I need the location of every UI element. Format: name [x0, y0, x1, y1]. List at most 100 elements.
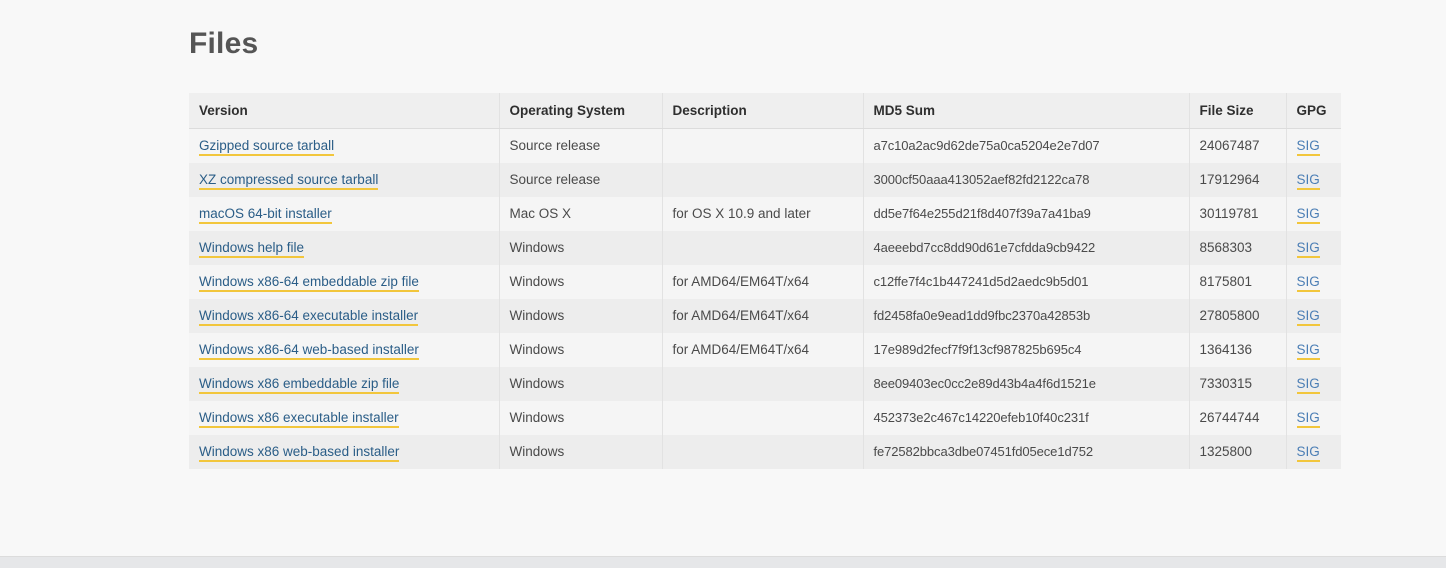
cell-os: Mac OS X	[499, 197, 663, 231]
cell-md5: dd5e7f64e255d21f8d407f39a7a41ba9	[863, 197, 1190, 231]
table-row: Windows x86-64 web-based installer Windo…	[189, 333, 1341, 367]
cell-version: Windows x86-64 executable installer	[189, 299, 500, 333]
table-row: Windows x86 embeddable zip file Windows …	[189, 367, 1341, 401]
cell-filesize: 24067487	[1189, 128, 1287, 163]
cell-gpg: SIG	[1286, 299, 1341, 333]
cell-gpg: SIG	[1286, 333, 1341, 367]
sig-link[interactable]: SIG	[1296, 172, 1320, 190]
download-link[interactable]: XZ compressed source tarball	[199, 172, 379, 190]
column-header-filesize: File Size	[1189, 93, 1287, 129]
cell-md5: c12ffe7f4c1b447241d5d2aedc9b5d01	[863, 265, 1190, 299]
cell-description	[662, 401, 864, 435]
column-header-gpg: GPG	[1286, 93, 1341, 129]
cell-description	[662, 231, 864, 265]
cell-gpg: SIG	[1286, 435, 1341, 469]
cell-filesize: 8175801	[1189, 265, 1287, 299]
download-link[interactable]: macOS 64-bit installer	[199, 206, 332, 224]
cell-description	[662, 163, 864, 197]
cell-md5: a7c10a2ac9d62de75a0ca5204e2e7d07	[863, 128, 1190, 163]
page-title: Files	[189, 27, 259, 60]
cell-description: for OS X 10.9 and later	[662, 197, 864, 231]
cell-md5: 452373e2c467c14220efeb10f40c231f	[863, 401, 1190, 435]
cell-os: Windows	[499, 299, 663, 333]
cell-description: for AMD64/EM64T/x64	[662, 265, 864, 299]
cell-filesize: 27805800	[1189, 299, 1287, 333]
cell-md5: 4aeeebd7cc8dd90d61e7cfdda9cb9422	[863, 231, 1190, 265]
cell-gpg: SIG	[1286, 163, 1341, 197]
sig-link[interactable]: SIG	[1296, 274, 1320, 292]
cell-version: Windows x86-64 embeddable zip file	[189, 265, 500, 299]
cell-version: Windows x86 web-based installer	[189, 435, 500, 469]
download-link[interactable]: Windows help file	[199, 240, 305, 258]
table-row: Windows x86 executable installer Windows…	[189, 401, 1341, 435]
cell-md5: 3000cf50aaa413052aef82fd2122ca78	[863, 163, 1190, 197]
cell-filesize: 17912964	[1189, 163, 1287, 197]
download-link[interactable]: Windows x86 embeddable zip file	[199, 376, 400, 394]
download-link[interactable]: Gzipped source tarball	[199, 138, 335, 156]
column-header-version: Version	[189, 93, 500, 129]
table-header-row: Version Operating System Description MD5…	[189, 93, 1341, 129]
cell-os: Windows	[499, 231, 663, 265]
cell-gpg: SIG	[1286, 265, 1341, 299]
cell-filesize: 30119781	[1189, 197, 1287, 231]
footer-band	[0, 556, 1446, 568]
cell-filesize: 7330315	[1189, 367, 1287, 401]
cell-os: Source release	[499, 163, 663, 197]
cell-filesize: 1325800	[1189, 435, 1287, 469]
cell-version: Windows x86 embeddable zip file	[189, 367, 500, 401]
table-row: Windows x86-64 executable installer Wind…	[189, 299, 1341, 333]
cell-md5: fe72582bbca3dbe07451fd05ece1d752	[863, 435, 1190, 469]
download-link[interactable]: Windows x86-64 web-based installer	[199, 342, 419, 360]
cell-filesize: 1364136	[1189, 333, 1287, 367]
cell-md5: fd2458fa0e9ead1dd9fbc2370a42853b	[863, 299, 1190, 333]
cell-version: Gzipped source tarball	[189, 128, 500, 163]
sig-link[interactable]: SIG	[1296, 138, 1320, 156]
table-body: Gzipped source tarball Source release a7…	[189, 128, 1341, 469]
sig-link[interactable]: SIG	[1296, 240, 1320, 258]
table-row: macOS 64-bit installer Mac OS X for OS X…	[189, 197, 1341, 231]
sig-link[interactable]: SIG	[1296, 410, 1320, 428]
sig-link[interactable]: SIG	[1296, 308, 1320, 326]
cell-version: XZ compressed source tarball	[189, 163, 500, 197]
download-link[interactable]: Windows x86 web-based installer	[199, 444, 400, 462]
sig-link[interactable]: SIG	[1296, 376, 1320, 394]
cell-os: Windows	[499, 367, 663, 401]
cell-description	[662, 367, 864, 401]
cell-description: for AMD64/EM64T/x64	[662, 299, 864, 333]
table-row: Windows x86 web-based installer Windows …	[189, 435, 1341, 469]
cell-description: for AMD64/EM64T/x64	[662, 333, 864, 367]
table-row: Windows x86-64 embeddable zip file Windo…	[189, 265, 1341, 299]
cell-version: Windows x86 executable installer	[189, 401, 500, 435]
cell-os: Windows	[499, 401, 663, 435]
sig-link[interactable]: SIG	[1296, 342, 1320, 360]
cell-md5: 17e989d2fecf7f9f13cf987825b695c4	[863, 333, 1190, 367]
download-link[interactable]: Windows x86-64 embeddable zip file	[199, 274, 419, 292]
download-link[interactable]: Windows x86-64 executable installer	[199, 308, 419, 326]
cell-os: Source release	[499, 128, 663, 163]
table-row: Windows help file Windows 4aeeebd7cc8dd9…	[189, 231, 1341, 265]
column-header-os: Operating System	[499, 93, 663, 129]
page-body: Files Version Operating System Descripti…	[0, 0, 1446, 556]
cell-description	[662, 128, 864, 163]
cell-version: macOS 64-bit installer	[189, 197, 500, 231]
cell-gpg: SIG	[1286, 231, 1341, 265]
column-header-md5: MD5 Sum	[863, 93, 1190, 129]
table-row: Gzipped source tarball Source release a7…	[189, 128, 1341, 163]
cell-gpg: SIG	[1286, 401, 1341, 435]
cell-filesize: 8568303	[1189, 231, 1287, 265]
cell-os: Windows	[499, 435, 663, 469]
cell-gpg: SIG	[1286, 197, 1341, 231]
sig-link[interactable]: SIG	[1296, 444, 1320, 462]
cell-version: Windows help file	[189, 231, 500, 265]
cell-os: Windows	[499, 333, 663, 367]
cell-os: Windows	[499, 265, 663, 299]
column-header-description: Description	[662, 93, 864, 129]
files-table: Version Operating System Description MD5…	[189, 93, 1341, 469]
sig-link[interactable]: SIG	[1296, 206, 1320, 224]
download-link[interactable]: Windows x86 executable installer	[199, 410, 399, 428]
cell-gpg: SIG	[1286, 367, 1341, 401]
cell-version: Windows x86-64 web-based installer	[189, 333, 500, 367]
table-header: Version Operating System Description MD5…	[189, 93, 1341, 129]
cell-description	[662, 435, 864, 469]
cell-filesize: 26744744	[1189, 401, 1287, 435]
